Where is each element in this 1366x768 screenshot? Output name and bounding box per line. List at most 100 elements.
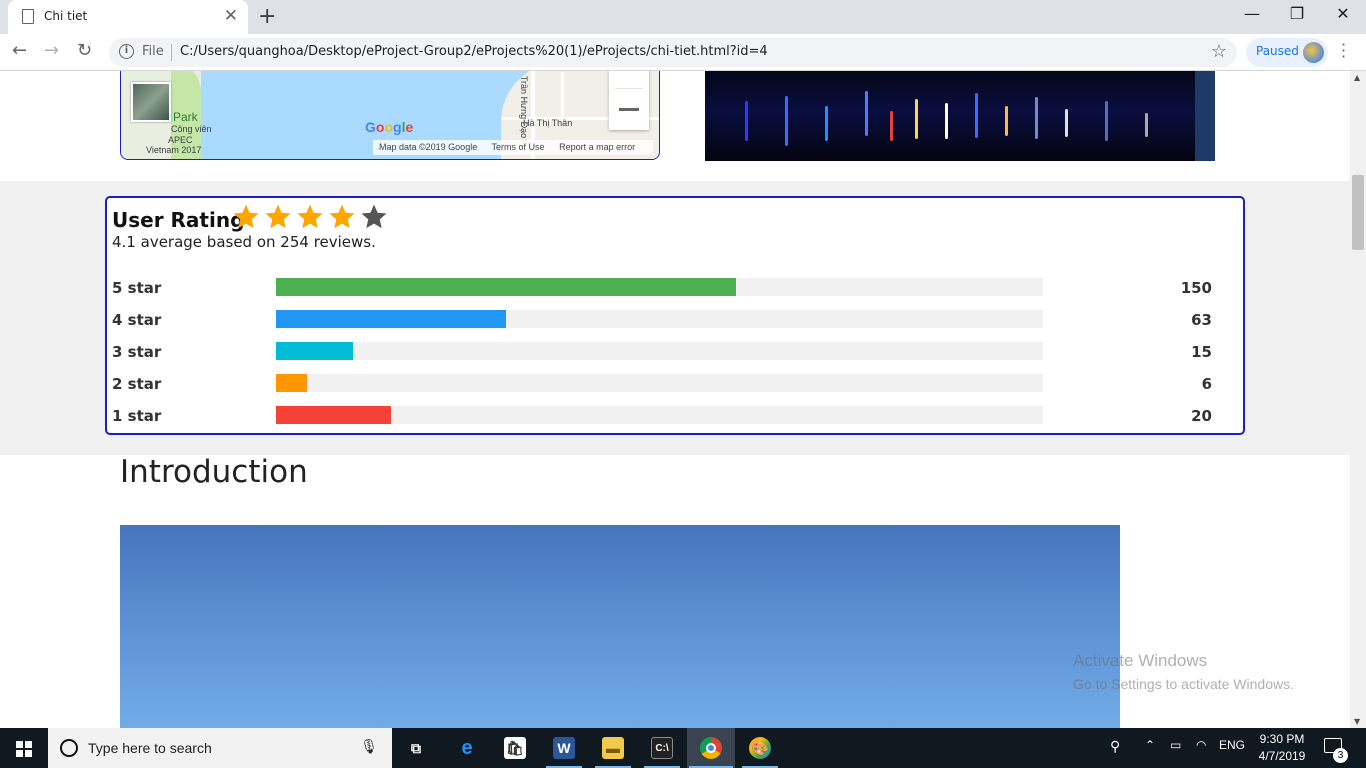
scrollbar[interactable]: ▲ ▼ [1350, 71, 1366, 728]
google-logo: Google [365, 119, 414, 135]
rating-bar-count: 63 [1191, 311, 1212, 329]
map-label: Công viên [171, 124, 212, 134]
rating-bar-track [276, 342, 1043, 360]
clock-time: 9:30 PM [1259, 732, 1305, 746]
star-filled-icon [265, 204, 291, 229]
night-photo [705, 71, 1215, 161]
browser-toolbar: ← → ↻ i File C:/Users/quanghoa/Desktop/e… [0, 34, 1366, 71]
search-placeholder: Type here to search [88, 740, 212, 756]
url-text[interactable]: C:/Users/quanghoa/Desktop/eProject-Group… [180, 44, 768, 59]
activate-windows-subtitle: Go to Settings to activate Windows. [1073, 676, 1294, 692]
terms-link[interactable]: Terms of Use [492, 142, 545, 152]
minimize-button[interactable]: — [1229, 4, 1275, 23]
rating-bar-label: 1 star [112, 407, 162, 425]
divider [171, 44, 172, 61]
info-icon[interactable]: i [119, 44, 134, 59]
map-label: Park [173, 110, 198, 124]
rating-bar-fill [276, 278, 737, 296]
close-tab-icon[interactable]: ✕ [224, 6, 238, 26]
user-rating-card: User Rating 4.1 average based on 254 rev… [105, 196, 1245, 435]
rating-summary: 4.1 average based on 254 reviews. [112, 233, 376, 251]
map-label: APEC [168, 135, 193, 145]
start-button[interactable] [0, 728, 48, 768]
rating-bar-row: 3 star 15 [112, 342, 1212, 362]
edge-icon[interactable]: e [443, 728, 491, 768]
map-label: Hà Thị Thân [523, 118, 573, 128]
forward-arrow-icon[interactable]: → [44, 40, 59, 61]
paint-icon[interactable]: 🎨 [736, 728, 784, 768]
star-outline-icon[interactable]: ☆ [1211, 41, 1227, 62]
star-filled-icon [297, 204, 323, 229]
chrome-icon[interactable] [687, 728, 735, 768]
microphone-icon[interactable]: 🎙 [360, 739, 378, 755]
system-clock[interactable]: 9:30 PM 4/7/2019 [1250, 731, 1314, 765]
rating-bar-fill [276, 374, 307, 392]
tab-title: Chi tiet [44, 9, 88, 23]
scroll-down-arrow-icon[interactable]: ▼ [1354, 717, 1360, 726]
clock-date: 4/7/2019 [1258, 749, 1306, 763]
report-link[interactable]: Report a map error [559, 142, 635, 152]
divider [615, 88, 643, 89]
rating-bar-label: 5 star [112, 279, 162, 297]
map-label: Trần Hưng Đạo [519, 75, 530, 139]
cmd-icon[interactable]: C:\ [638, 728, 686, 768]
task-view-icon[interactable]: ⧉ [392, 728, 440, 768]
rating-bar-fill [276, 406, 392, 424]
people-icon[interactable]: ⚲ [1110, 738, 1120, 755]
reload-icon[interactable]: ↻ [77, 40, 92, 61]
rating-section: User Rating 4.1 average based on 254 rev… [0, 181, 1350, 455]
maximize-button[interactable]: ❐ [1274, 4, 1320, 23]
introduction-image [120, 525, 1120, 728]
chevron-up-icon[interactable]: ⌃ [1145, 738, 1155, 752]
introduction-heading: Introduction [120, 454, 308, 490]
rating-bar-count: 6 [1201, 375, 1212, 393]
file-label: File [142, 44, 164, 59]
rating-bar-count: 15 [1191, 343, 1212, 361]
wifi-icon[interactable]: ◠ [1196, 738, 1206, 752]
scroll-up-arrow-icon[interactable]: ▲ [1354, 73, 1360, 82]
rating-bar-count: 150 [1180, 279, 1212, 297]
taskbar: Type here to search 🎙 ⧉ e 🛍 W ▬ C:\ 🎨 ⚲ … [0, 728, 1366, 768]
rating-bar-track [276, 310, 1043, 328]
cortana-icon [60, 739, 78, 757]
rating-title: User Rating [112, 208, 245, 232]
map-footer: Map data ©2019 Google Terms of Use Repor… [373, 140, 654, 155]
rating-bar-label: 3 star [112, 343, 162, 361]
battery-icon[interactable]: ▭ [1170, 738, 1181, 752]
avatar [1303, 42, 1324, 63]
star-filled-icon [233, 204, 259, 229]
map[interactable]: Park Công viên APEC Vietnam 2017 Trần Hư… [120, 71, 660, 160]
star-empty-icon [361, 204, 387, 229]
activate-windows-title: Activate Windows [1073, 651, 1208, 670]
zoom-out-button[interactable] [619, 108, 639, 111]
word-icon[interactable]: W [540, 728, 588, 768]
language-indicator[interactable]: ENG [1219, 738, 1245, 752]
profile-status: Paused [1256, 44, 1299, 58]
rating-bar-track [276, 278, 1043, 296]
new-tab-button[interactable]: + [258, 4, 276, 29]
satellite-toggle[interactable] [131, 82, 171, 122]
rating-bar-label: 4 star [112, 311, 162, 329]
notification-count: 3 [1333, 748, 1348, 763]
map-road [561, 72, 564, 122]
file-explorer-icon[interactable]: ▬ [589, 728, 637, 768]
rating-bar-fill [276, 310, 507, 328]
taskbar-search[interactable]: Type here to search 🎙 [48, 728, 392, 768]
close-window-button[interactable]: ✕ [1320, 4, 1366, 23]
rating-bar-row: 2 star 6 [112, 374, 1212, 394]
rating-bar-label: 2 star [112, 375, 162, 393]
address-bar[interactable]: i File C:/Users/quanghoa/Desktop/eProjec… [109, 38, 1237, 67]
rating-bar-row: 5 star 150 [112, 278, 1212, 298]
tab-strip: Chi tiet ✕ + — ❐ ✕ [0, 0, 1366, 34]
rating-bar-count: 20 [1191, 407, 1212, 425]
profile-button[interactable]: Paused [1246, 38, 1328, 67]
tab-chi-tiet[interactable]: Chi tiet ✕ [8, 0, 248, 34]
store-icon[interactable]: 🛍 [491, 728, 539, 768]
map-data-text: Map data ©2019 Google [379, 142, 478, 152]
rating-bar-row: 1 star 20 [112, 406, 1212, 426]
back-arrow-icon[interactable]: ← [12, 40, 27, 61]
rating-bar-track [276, 374, 1043, 392]
scroll-thumb[interactable] [1352, 175, 1364, 250]
kebab-menu-icon[interactable]: · · · [1341, 37, 1346, 65]
rating-bar-track [276, 406, 1043, 424]
